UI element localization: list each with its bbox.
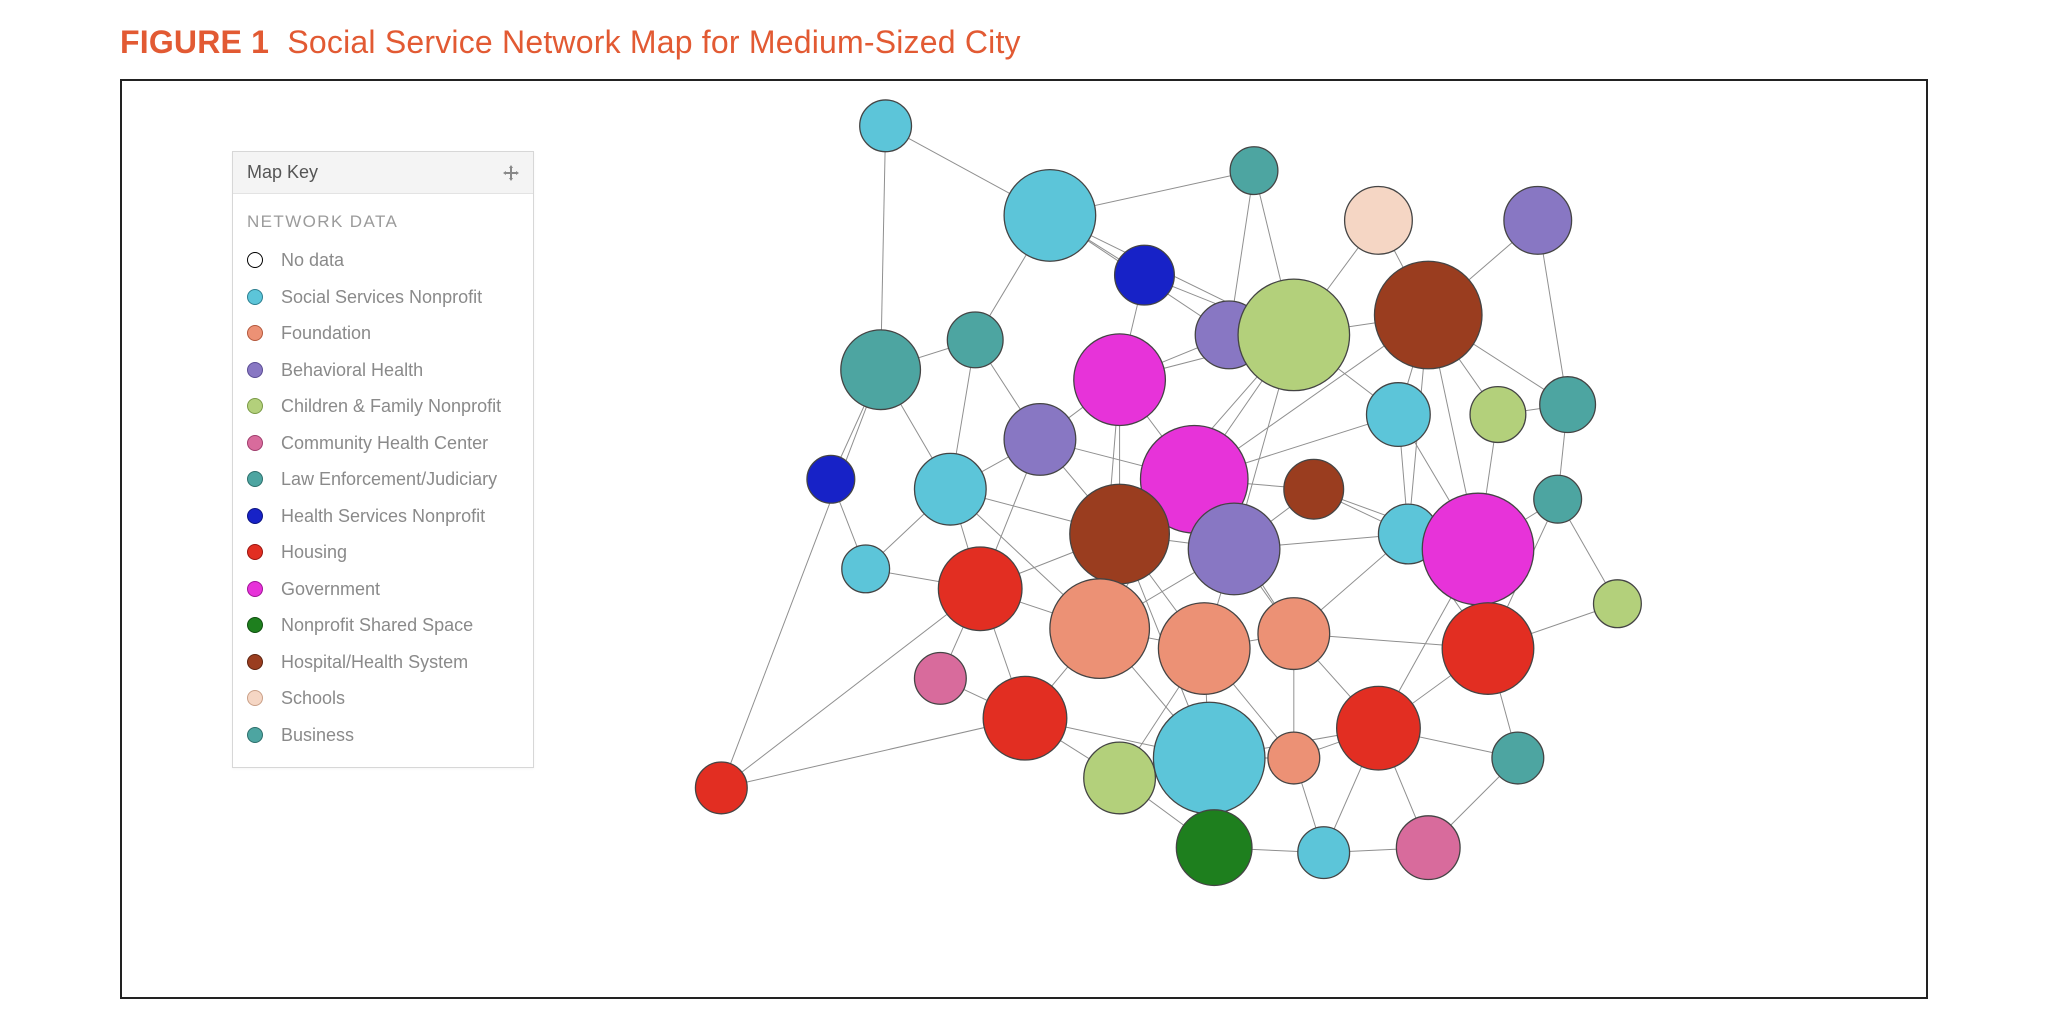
legend-label: Community Health Center bbox=[281, 432, 488, 455]
map-key-header[interactable]: Map Key bbox=[233, 152, 533, 194]
legend-swatch bbox=[247, 508, 263, 524]
legend-label: Children & Family Nonprofit bbox=[281, 395, 501, 418]
legend-item-hospital[interactable]: Hospital/Health System bbox=[247, 644, 523, 681]
node-government[interactable] bbox=[1074, 334, 1166, 426]
legend-swatch bbox=[247, 362, 263, 378]
legend-label: Behavioral Health bbox=[281, 359, 423, 382]
node-housing[interactable] bbox=[938, 547, 1022, 631]
legend-label: No data bbox=[281, 249, 344, 272]
legend-swatch bbox=[247, 581, 263, 597]
legend-swatch bbox=[247, 435, 263, 451]
node-behavioral[interactable] bbox=[1188, 503, 1280, 595]
legend-swatch bbox=[247, 690, 263, 706]
legend-item-nodata[interactable]: No data bbox=[247, 242, 523, 279]
legend-swatch bbox=[247, 471, 263, 487]
node-health[interactable] bbox=[807, 455, 855, 503]
figure-title-text: Social Service Network Map for Medium-Si… bbox=[287, 24, 1020, 60]
legend-swatch bbox=[247, 544, 263, 560]
legend-swatch bbox=[247, 727, 263, 743]
node-foundation[interactable] bbox=[1158, 603, 1250, 695]
node-law[interactable] bbox=[947, 312, 1003, 368]
map-key-title: Map Key bbox=[247, 162, 318, 183]
node-housing[interactable] bbox=[695, 762, 747, 814]
node-law[interactable] bbox=[1540, 377, 1596, 433]
node-children[interactable] bbox=[1084, 742, 1156, 814]
map-key-panel[interactable]: Map Key NETWORK DATA No data Social Servi… bbox=[232, 151, 534, 768]
node-foundation[interactable] bbox=[1258, 598, 1330, 670]
node-social[interactable] bbox=[1298, 827, 1350, 879]
node-housing[interactable] bbox=[1337, 686, 1421, 770]
node-children[interactable] bbox=[1238, 279, 1350, 391]
node-behavioral[interactable] bbox=[1504, 187, 1572, 255]
legend-label: Housing bbox=[281, 541, 347, 564]
node-community[interactable] bbox=[1396, 816, 1460, 880]
node-foundation[interactable] bbox=[1050, 579, 1150, 679]
legend-item-law[interactable]: Law Enforcement/Judiciary bbox=[247, 461, 523, 498]
legend-label: Hospital/Health System bbox=[281, 651, 468, 674]
node-social[interactable] bbox=[914, 453, 986, 525]
node-law[interactable] bbox=[841, 330, 921, 410]
node-law[interactable] bbox=[1492, 732, 1544, 784]
node-social[interactable] bbox=[1153, 702, 1265, 814]
legend-label: Schools bbox=[281, 687, 345, 710]
figure-label: FIGURE 1 bbox=[120, 24, 269, 60]
legend-swatch bbox=[247, 398, 263, 414]
node-shared[interactable] bbox=[1176, 810, 1252, 886]
node-housing[interactable] bbox=[1442, 603, 1534, 695]
legend-item-foundation[interactable]: Foundation bbox=[247, 315, 523, 352]
legend-label: Health Services Nonprofit bbox=[281, 505, 485, 528]
legend-item-schools[interactable]: Schools bbox=[247, 680, 523, 717]
legend-section-title: NETWORK DATA bbox=[233, 194, 533, 238]
legend-item-health[interactable]: Health Services Nonprofit bbox=[247, 498, 523, 535]
legend-item-social[interactable]: Social Services Nonprofit bbox=[247, 279, 523, 316]
legend-label: Business bbox=[281, 724, 354, 747]
legend-item-behavioral[interactable]: Behavioral Health bbox=[247, 352, 523, 389]
node-health[interactable] bbox=[1115, 245, 1175, 305]
figure-frame: Map Key NETWORK DATA No data Social Servi… bbox=[120, 79, 1928, 999]
node-social[interactable] bbox=[842, 545, 890, 593]
legend-swatch bbox=[247, 617, 263, 633]
node-government[interactable] bbox=[1422, 493, 1534, 605]
legend-item-community[interactable]: Community Health Center bbox=[247, 425, 523, 462]
node-hospital[interactable] bbox=[1070, 484, 1170, 584]
legend-swatch bbox=[247, 654, 263, 670]
legend-swatch bbox=[247, 289, 263, 305]
legend-label: Government bbox=[281, 578, 380, 601]
node-law[interactable] bbox=[1534, 475, 1582, 523]
node-social[interactable] bbox=[1004, 170, 1096, 262]
node-hospital[interactable] bbox=[1284, 459, 1344, 519]
node-social[interactable] bbox=[1367, 383, 1431, 447]
legend-item-business[interactable]: Business bbox=[247, 717, 523, 754]
legend-items: No data Social Services Nonprofit Foundati… bbox=[233, 238, 533, 767]
node-children[interactable] bbox=[1594, 580, 1642, 628]
node-hospital[interactable] bbox=[1374, 261, 1482, 369]
node-foundation[interactable] bbox=[1268, 732, 1320, 784]
legend-label: Nonprofit Shared Space bbox=[281, 614, 473, 637]
legend-swatch bbox=[247, 252, 263, 268]
node-law[interactable] bbox=[1230, 147, 1278, 195]
node-schools[interactable] bbox=[1345, 187, 1413, 255]
figure-title: FIGURE 1 Social Service Network Map for … bbox=[120, 24, 1928, 61]
node-children[interactable] bbox=[1470, 387, 1526, 443]
legend-item-housing[interactable]: Housing bbox=[247, 534, 523, 571]
legend-item-shared[interactable]: Nonprofit Shared Space bbox=[247, 607, 523, 644]
node-community[interactable] bbox=[914, 653, 966, 705]
legend-label: Social Services Nonprofit bbox=[281, 286, 482, 309]
legend-label: Foundation bbox=[281, 322, 371, 345]
node-housing[interactable] bbox=[983, 676, 1067, 760]
move-icon[interactable] bbox=[503, 165, 519, 181]
node-social[interactable] bbox=[860, 100, 912, 152]
node-behavioral[interactable] bbox=[1004, 404, 1076, 476]
legend-label: Law Enforcement/Judiciary bbox=[281, 468, 497, 491]
legend-item-government[interactable]: Government bbox=[247, 571, 523, 608]
legend-swatch bbox=[247, 325, 263, 341]
legend-item-children[interactable]: Children & Family Nonprofit bbox=[247, 388, 523, 425]
